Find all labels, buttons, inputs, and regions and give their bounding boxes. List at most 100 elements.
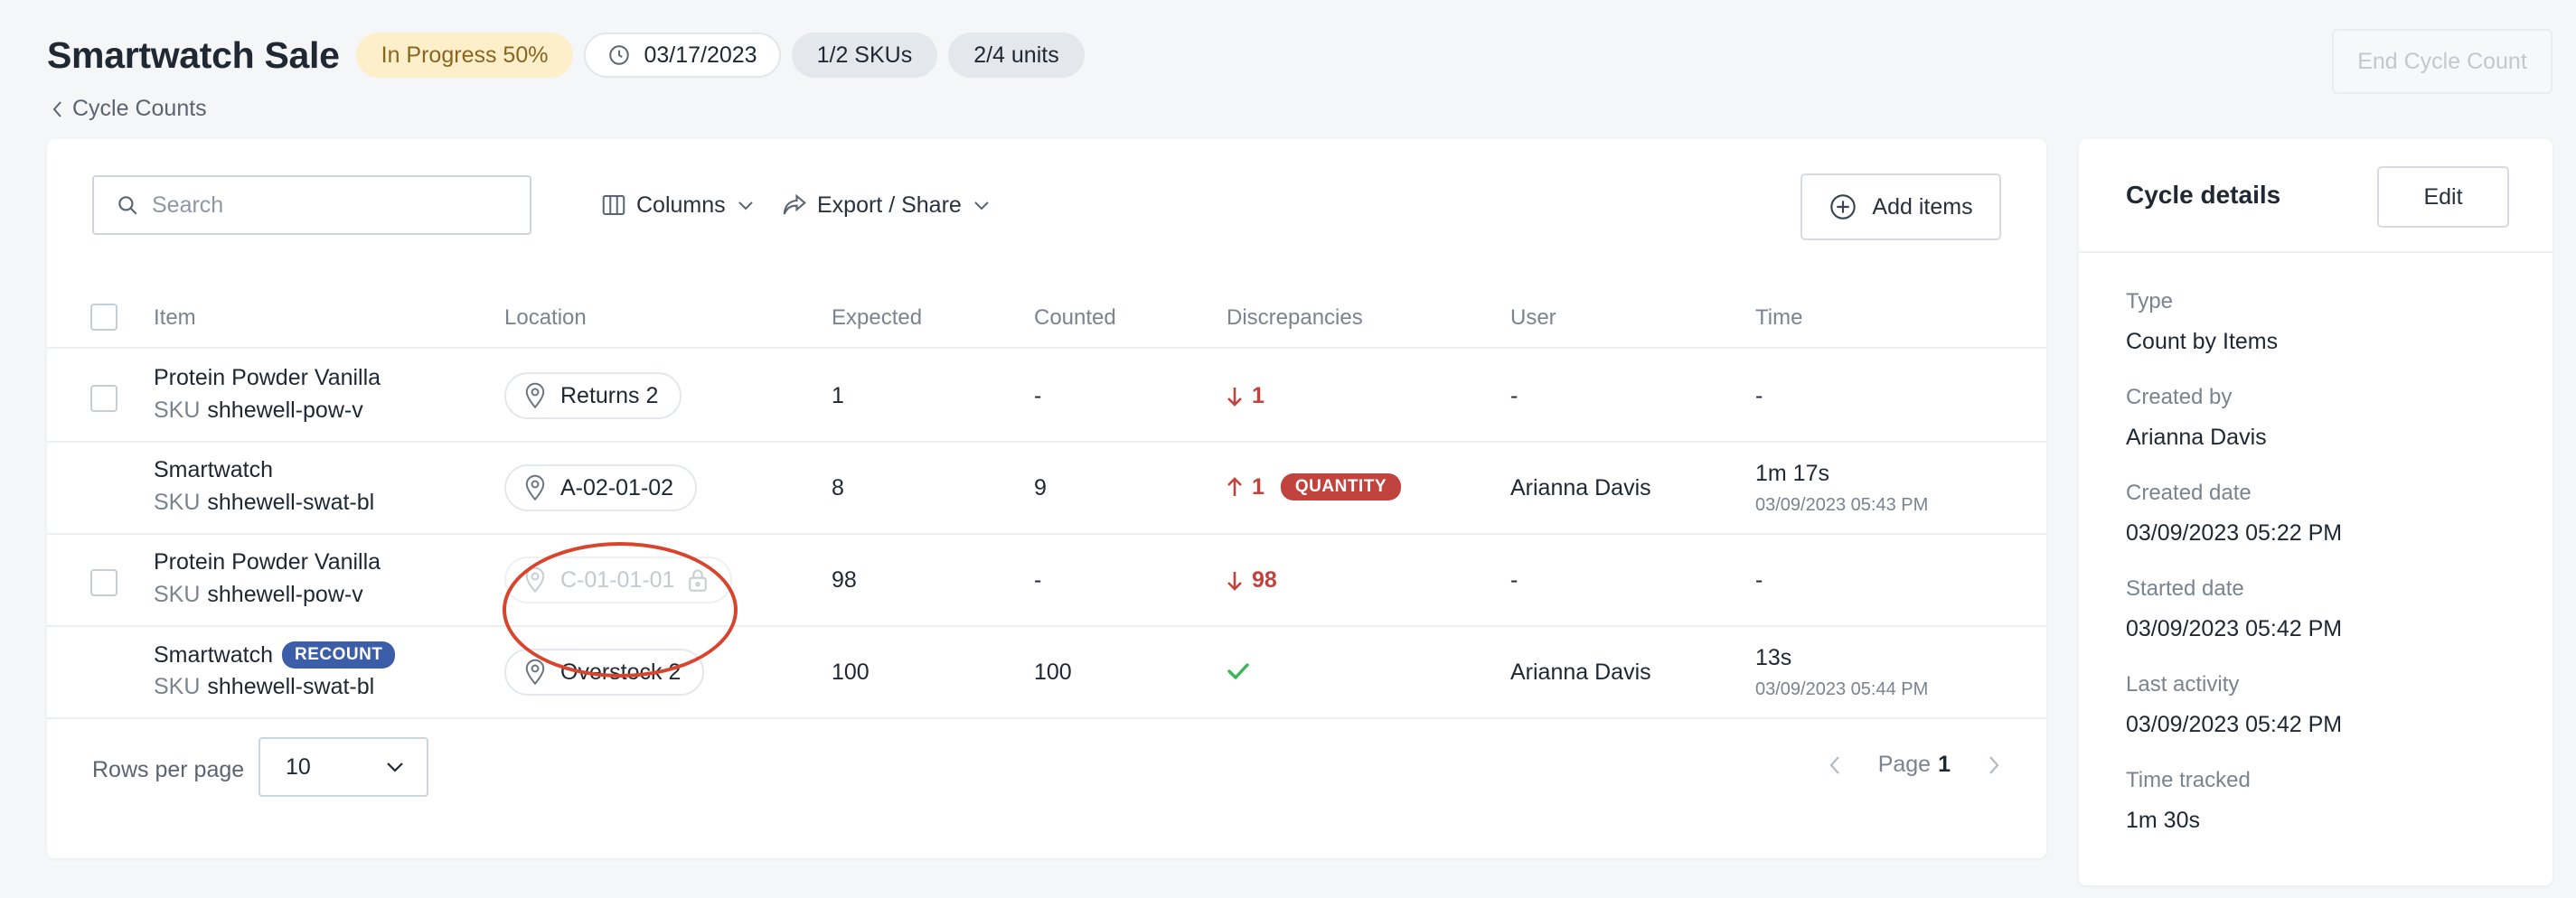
col-item[interactable]: Item: [154, 305, 196, 331]
skus-badge: 1/2 SKUs: [791, 33, 938, 78]
user-value: Arianna Davis: [1510, 475, 1651, 500]
status-badge: In Progress 50%: [355, 33, 574, 78]
counted-value: -: [1034, 383, 1042, 408]
row-checkbox[interactable]: [90, 385, 118, 412]
search-box[interactable]: [92, 175, 531, 235]
clock-icon: [609, 45, 630, 65]
detail-started-date: Started date 03/09/2023 05:42 PM: [2126, 576, 2343, 641]
time-value: 1m 17s: [1755, 461, 1829, 486]
table-header: Item Location Expected Counted Discrepan…: [47, 295, 2046, 349]
item-sku: SKU shhewell-swat-bl: [154, 674, 375, 699]
page-label: Page: [1877, 752, 1932, 777]
recount-badge: RECOUNT: [281, 641, 396, 669]
page-header: Smartwatch Sale In Progress 50% 03/17/20…: [47, 31, 1095, 80]
item-sku: SKU shhewell-pow-v: [154, 582, 363, 607]
end-cycle-count-button[interactable]: End Cycle Count: [2332, 29, 2552, 94]
expected-value: 100: [832, 659, 870, 685]
arrow-down-icon: [1227, 387, 1242, 407]
columns-icon: [602, 195, 625, 215]
quantity-badge: QUANTITY: [1280, 473, 1402, 500]
cycle-details-header: Cycle details Edit: [2079, 139, 2552, 253]
rows-per-page-label: Rows per page: [92, 757, 245, 782]
expected-value: 1: [832, 383, 844, 408]
edit-button[interactable]: Edit: [2377, 166, 2509, 228]
chevron-down-icon: [387, 762, 403, 772]
discrepancy: 98: [1227, 567, 1277, 594]
user-value: -: [1510, 567, 1518, 593]
page-title: Smartwatch Sale: [47, 33, 340, 76]
location-chip[interactable]: A-02-01-02: [504, 464, 698, 511]
chevron-left-icon[interactable]: [1828, 754, 1842, 776]
page-nav: Page 1: [1828, 752, 2001, 778]
item-sku: SKU shhewell-swat-bl: [154, 490, 375, 515]
time-timestamp: 03/09/2023 05:44 PM: [1755, 679, 1929, 699]
expected-value: 98: [832, 567, 857, 593]
columns-button[interactable]: Columns: [600, 175, 755, 235]
add-items-button[interactable]: Add items: [1800, 173, 2001, 240]
export-share-button[interactable]: Export / Share: [781, 175, 991, 235]
arrow-up-icon: [1227, 477, 1242, 496]
table-row[interactable]: Smartwatch RECOUNT SKU shhewell-swat-bl O…: [47, 627, 2046, 719]
time-timestamp: 03/09/2023 05:43 PM: [1755, 495, 1929, 515]
page-number: 1: [1938, 752, 1951, 777]
item-name: Protein Powder Vanilla: [154, 549, 381, 575]
arrow-down-icon: [1227, 571, 1242, 591]
select-all-checkbox[interactable]: [90, 304, 118, 331]
table-row[interactable]: Smartwatch SKU shhewell-swat-bl A-02-01-0…: [47, 443, 2046, 535]
discrepancy: 1 QUANTITY: [1227, 473, 1402, 500]
counted-value: -: [1034, 567, 1042, 593]
breadcrumb-link[interactable]: Cycle Counts: [72, 96, 207, 122]
date-text: 03/17/2023: [644, 42, 757, 68]
col-time[interactable]: Time: [1755, 305, 1802, 331]
user-value: Arianna Davis: [1510, 659, 1651, 685]
item-name: Protein Powder Vanilla: [154, 365, 381, 390]
col-expected[interactable]: Expected: [832, 305, 922, 331]
counted-value: 9: [1034, 475, 1047, 500]
user-value: -: [1510, 383, 1518, 408]
detail-time-tracked: Time tracked 1m 30s: [2126, 768, 2251, 833]
detail-last-activity: Last activity 03/09/2023 05:42 PM: [2126, 672, 2343, 737]
add-items-label: Add items: [1872, 193, 1973, 220]
col-discrepancies[interactable]: Discrepancies: [1227, 305, 1363, 331]
detail-type: Type Count by Items: [2126, 289, 2279, 354]
location-chip[interactable]: Returns 2: [504, 372, 682, 419]
plus-circle-icon: [1830, 194, 1857, 220]
rows-per-page-select[interactable]: 10: [259, 737, 428, 797]
date-badge: 03/17/2023: [584, 33, 781, 78]
chevron-down-icon: [738, 201, 753, 210]
columns-label: Columns: [636, 192, 726, 218]
chevron-left-icon: [52, 100, 61, 117]
col-counted[interactable]: Counted: [1034, 305, 1116, 331]
detail-created-by: Created by Arianna Davis: [2126, 385, 2267, 450]
counted-value: 100: [1034, 659, 1072, 685]
time-value: -: [1755, 567, 1763, 593]
time-value: 13s: [1755, 645, 1792, 670]
cycle-details-title: Cycle details: [2126, 181, 2281, 209]
discrepancy: 1: [1227, 383, 1264, 409]
table-toolbar: Columns Export / Share Add items: [92, 173, 2001, 240]
highlight-circle: [503, 542, 738, 678]
check-icon: [1227, 663, 1249, 679]
col-location[interactable]: Location: [504, 305, 587, 331]
time-value: -: [1755, 383, 1763, 408]
pagination: Rows per page 10 Page 1: [92, 737, 2001, 800]
breadcrumb[interactable]: Cycle Counts: [51, 96, 207, 122]
item-name: Smartwatch RECOUNT: [154, 641, 396, 669]
pin-icon: [525, 474, 545, 501]
col-user[interactable]: User: [1510, 305, 1556, 331]
share-icon: [783, 193, 806, 215]
items-card: Columns Export / Share Add items Item Lo…: [47, 139, 2046, 858]
item-name: Smartwatch: [154, 457, 273, 482]
item-sku: SKU shhewell-pow-v: [154, 398, 363, 423]
search-input[interactable]: [152, 192, 495, 219]
search-icon: [118, 196, 137, 215]
row-checkbox[interactable]: [90, 569, 118, 596]
table-row[interactable]: Protein Powder Vanilla SKU shhewell-pow-v…: [47, 535, 2046, 627]
table-row[interactable]: Protein Powder Vanilla SKU shhewell-pow-v…: [47, 351, 2046, 443]
export-share-label: Export / Share: [817, 192, 962, 218]
chevron-right-icon[interactable]: [1987, 754, 2001, 776]
expected-value: 8: [832, 475, 844, 500]
pin-icon: [525, 659, 545, 686]
chevron-down-icon: [974, 201, 989, 210]
discrepancy-ok: [1227, 661, 1259, 681]
